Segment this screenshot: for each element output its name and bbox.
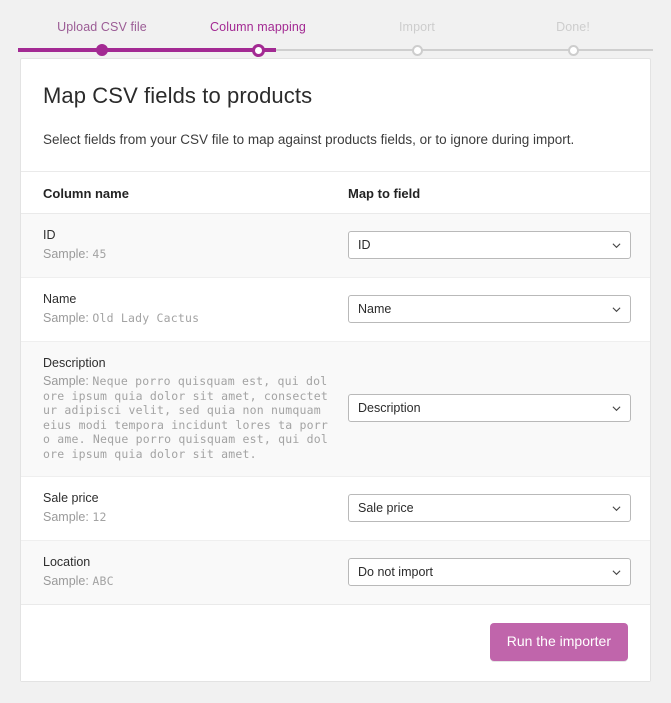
- sample-text: Old Lady Cactus: [92, 311, 200, 325]
- map-to-field-select-id[interactable]: ID: [348, 231, 631, 259]
- sample-label: Sample:: [43, 374, 89, 388]
- step-dot-icon: [567, 44, 579, 56]
- step-upload-csv-file[interactable]: Upload CSV file: [22, 0, 182, 56]
- table-row: Sale price Sample: 12 Sale price: [21, 476, 650, 541]
- column-mapping-table: Column name Map to field ID Sample: 45 I…: [21, 172, 650, 605]
- csv-column-name: ID: [43, 228, 56, 242]
- csv-sample-value: Sample: Neque porro quisquam est, qui do…: [43, 374, 329, 462]
- import-wizard-stepper: Upload CSV file Column mapping Import Do…: [0, 0, 671, 58]
- step-label: Import: [398, 20, 436, 34]
- row-column-info: Description Sample: Neque porro quisquam…: [43, 355, 348, 462]
- chevron-down-icon: [612, 241, 621, 250]
- csv-sample-value: Sample: 12: [43, 509, 348, 526]
- select-value: Sale price: [358, 500, 414, 515]
- csv-column-name: Sale price: [43, 490, 99, 505]
- column-mapping-card: Map CSV fields to products Select fields…: [20, 58, 651, 682]
- step-dot-icon: [96, 44, 108, 56]
- step-label: Done!: [556, 20, 590, 34]
- map-to-field-select-description[interactable]: Description: [348, 394, 631, 423]
- column-header-map-to-field: Map to field: [348, 186, 421, 201]
- chevron-down-icon: [612, 504, 621, 513]
- table-row: Name Sample: Old Lady Cactus Name: [21, 278, 650, 342]
- page-title: Map CSV fields to products: [43, 83, 313, 108]
- step-dot-icon: [411, 44, 423, 56]
- row-column-info: Name Sample: Old Lady Cactus: [43, 291, 348, 327]
- map-to-field-select-location[interactable]: Do not import: [348, 557, 631, 586]
- csv-sample-value: Sample: Old Lady Cactus: [43, 310, 348, 327]
- step-import: Import: [337, 0, 497, 56]
- row-mapping-control: Description: [348, 394, 631, 423]
- csv-column-name: Location: [43, 554, 91, 569]
- step-label: Column mapping: [210, 20, 306, 34]
- select-value: Name: [358, 302, 392, 316]
- card-footer: Run the importer: [21, 604, 650, 681]
- step-column-mapping[interactable]: Column mapping: [178, 0, 338, 57]
- stepper-track-progress: [18, 48, 276, 52]
- csv-column-name: Name: [43, 292, 77, 306]
- page-description: Select fields from your CSV file to map …: [43, 132, 575, 147]
- row-mapping-control: Do not import: [348, 557, 631, 586]
- sample-text: 45: [92, 247, 107, 261]
- chevron-down-icon: [612, 404, 621, 413]
- table-row: Location Sample: ABC Do not import: [21, 540, 650, 605]
- card-header: Map CSV fields to products Select fields…: [21, 59, 650, 172]
- sample-text: ABC: [92, 573, 114, 588]
- csv-sample-value: Sample: ABC: [43, 573, 348, 590]
- map-to-field-select-sale-price[interactable]: Sale price: [348, 493, 631, 522]
- sample-label: Sample:: [43, 311, 89, 325]
- step-label: Upload CSV file: [57, 20, 147, 34]
- row-mapping-control: Name: [348, 295, 631, 323]
- step-dot-icon: [251, 43, 265, 57]
- chevron-down-icon: [612, 568, 621, 577]
- chevron-down-icon: [612, 305, 621, 314]
- row-mapping-control: Sale price: [348, 493, 631, 522]
- column-header-column-name: Column name: [43, 186, 129, 201]
- step-done: Done!: [493, 0, 653, 56]
- sample-label: Sample:: [43, 509, 89, 524]
- row-column-info: Sale price Sample: 12: [43, 490, 348, 526]
- table-row: ID Sample: 45 ID: [21, 214, 650, 278]
- select-value: Description: [358, 401, 421, 416]
- row-column-info: ID Sample: 45: [43, 227, 348, 263]
- table-header-row: Column name Map to field: [21, 172, 650, 214]
- table-row: Description Sample: Neque porro quisquam…: [21, 342, 650, 477]
- row-column-info: Location Sample: ABC: [43, 554, 348, 590]
- sample-text: 12: [92, 509, 107, 524]
- run-importer-button[interactable]: Run the importer: [489, 622, 628, 661]
- sample-label: Sample:: [43, 573, 89, 588]
- csv-column-name: Description: [43, 356, 106, 370]
- sample-label: Sample:: [43, 247, 89, 261]
- map-to-field-select-name[interactable]: Name: [348, 295, 631, 323]
- csv-sample-value: Sample: 45: [43, 246, 348, 263]
- select-value: ID: [358, 238, 371, 252]
- select-value: Do not import: [358, 564, 434, 579]
- row-mapping-control: ID: [348, 231, 631, 259]
